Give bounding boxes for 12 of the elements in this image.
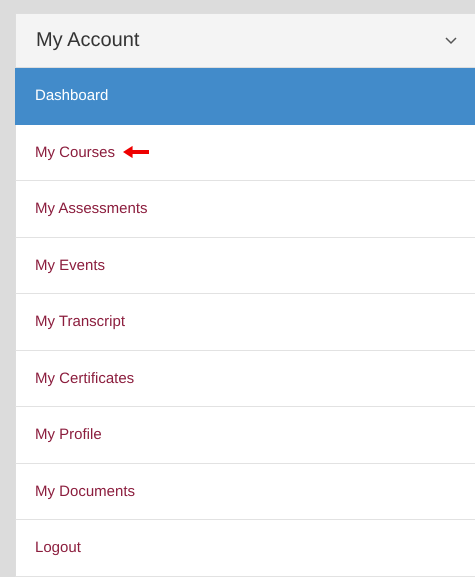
menu-item[interactable]: My Events — [15, 238, 475, 294]
panel-header[interactable]: My Account — [15, 13, 475, 68]
menu-item[interactable]: Dashboard — [15, 68, 475, 124]
panel-title: My Account — [36, 29, 140, 52]
menu-item[interactable]: My Profile — [15, 407, 475, 464]
menu-item[interactable]: My Assessments — [15, 181, 475, 238]
menu-item[interactable]: My Certificates — [15, 350, 475, 407]
chevron-down-icon[interactable] — [445, 36, 457, 44]
menu-item[interactable]: My Documents — [15, 464, 475, 520]
menu-item[interactable]: My Courses — [15, 124, 475, 181]
menu-item[interactable]: My Transcript — [15, 294, 475, 350]
menu-item[interactable]: Logout — [15, 520, 475, 576]
